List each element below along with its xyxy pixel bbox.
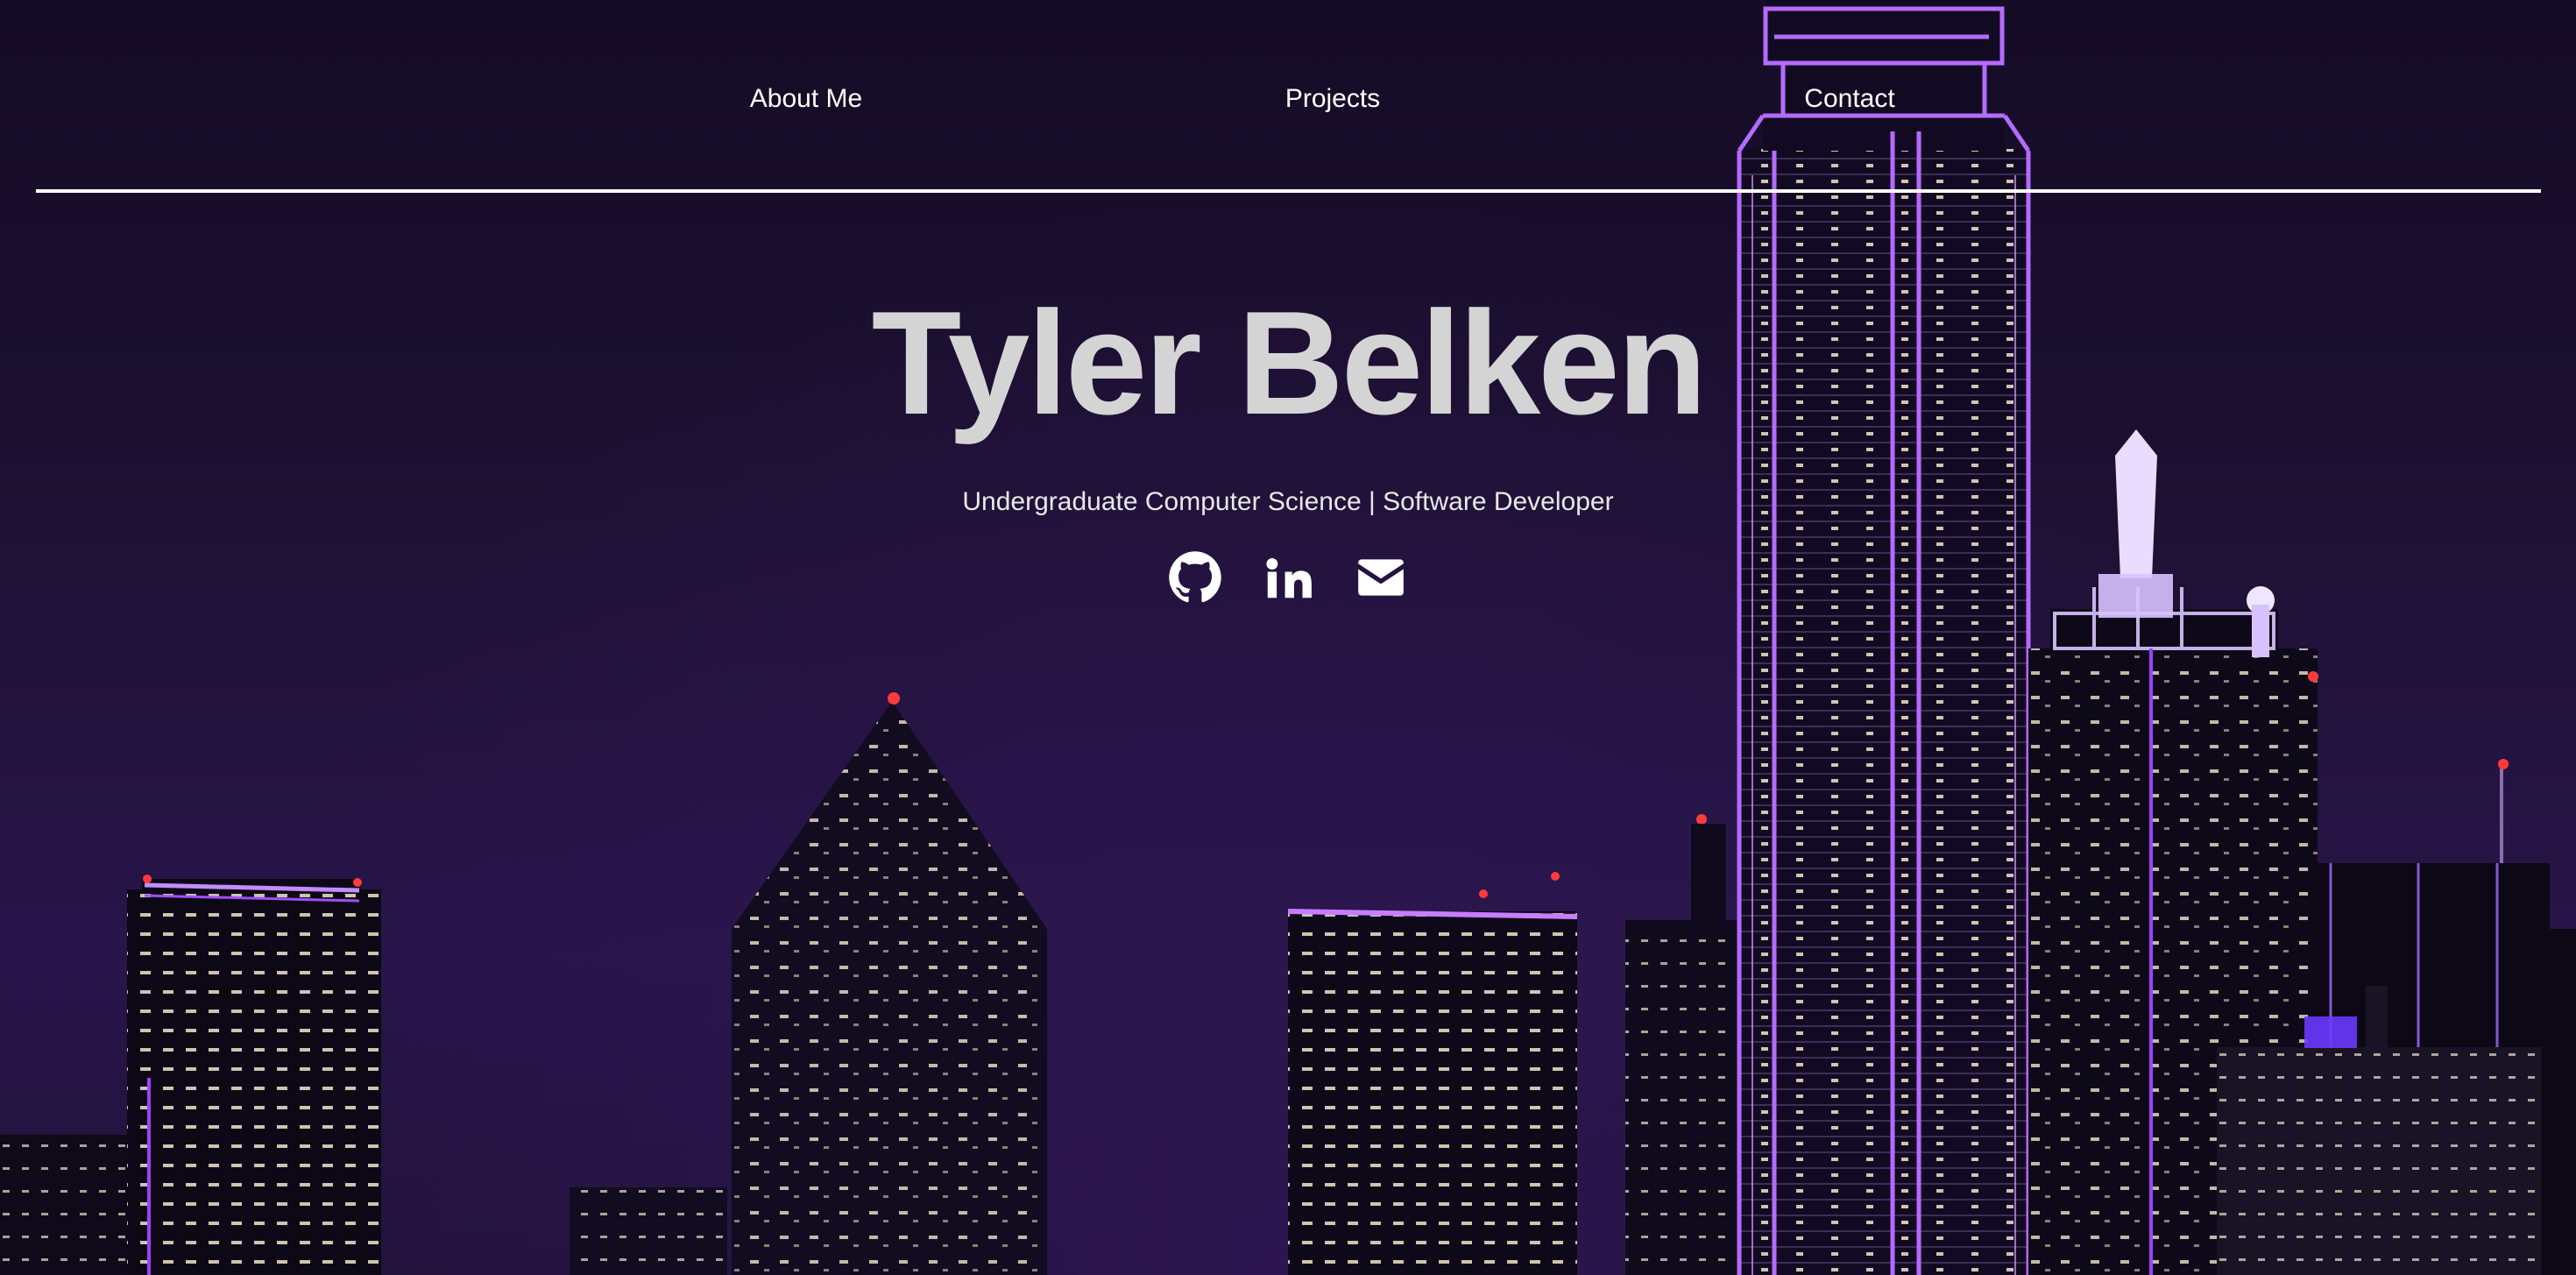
github-icon — [1168, 550, 1222, 605]
nav-link-contact[interactable]: Contact — [1804, 84, 1894, 114]
github-link[interactable] — [1168, 550, 1222, 605]
nav-link-projects[interactable]: Projects — [1285, 84, 1380, 114]
nav-link-about-me[interactable]: About Me — [750, 84, 862, 114]
linkedin-link[interactable] — [1261, 550, 1315, 605]
email-link[interactable] — [1354, 550, 1408, 605]
nav-divider — [36, 189, 2541, 193]
hero-section: About Me Projects Contact Tyler Belken U… — [0, 0, 2576, 1275]
email-icon — [1354, 550, 1408, 605]
social-links — [0, 550, 2576, 605]
top-navigation: About Me Projects Contact — [0, 0, 2576, 193]
hero-subtitle: Undergraduate Computer Science | Softwar… — [962, 487, 1614, 516]
linkedin-icon — [1261, 550, 1315, 605]
hero-name: Tyler Belken — [871, 280, 1708, 445]
